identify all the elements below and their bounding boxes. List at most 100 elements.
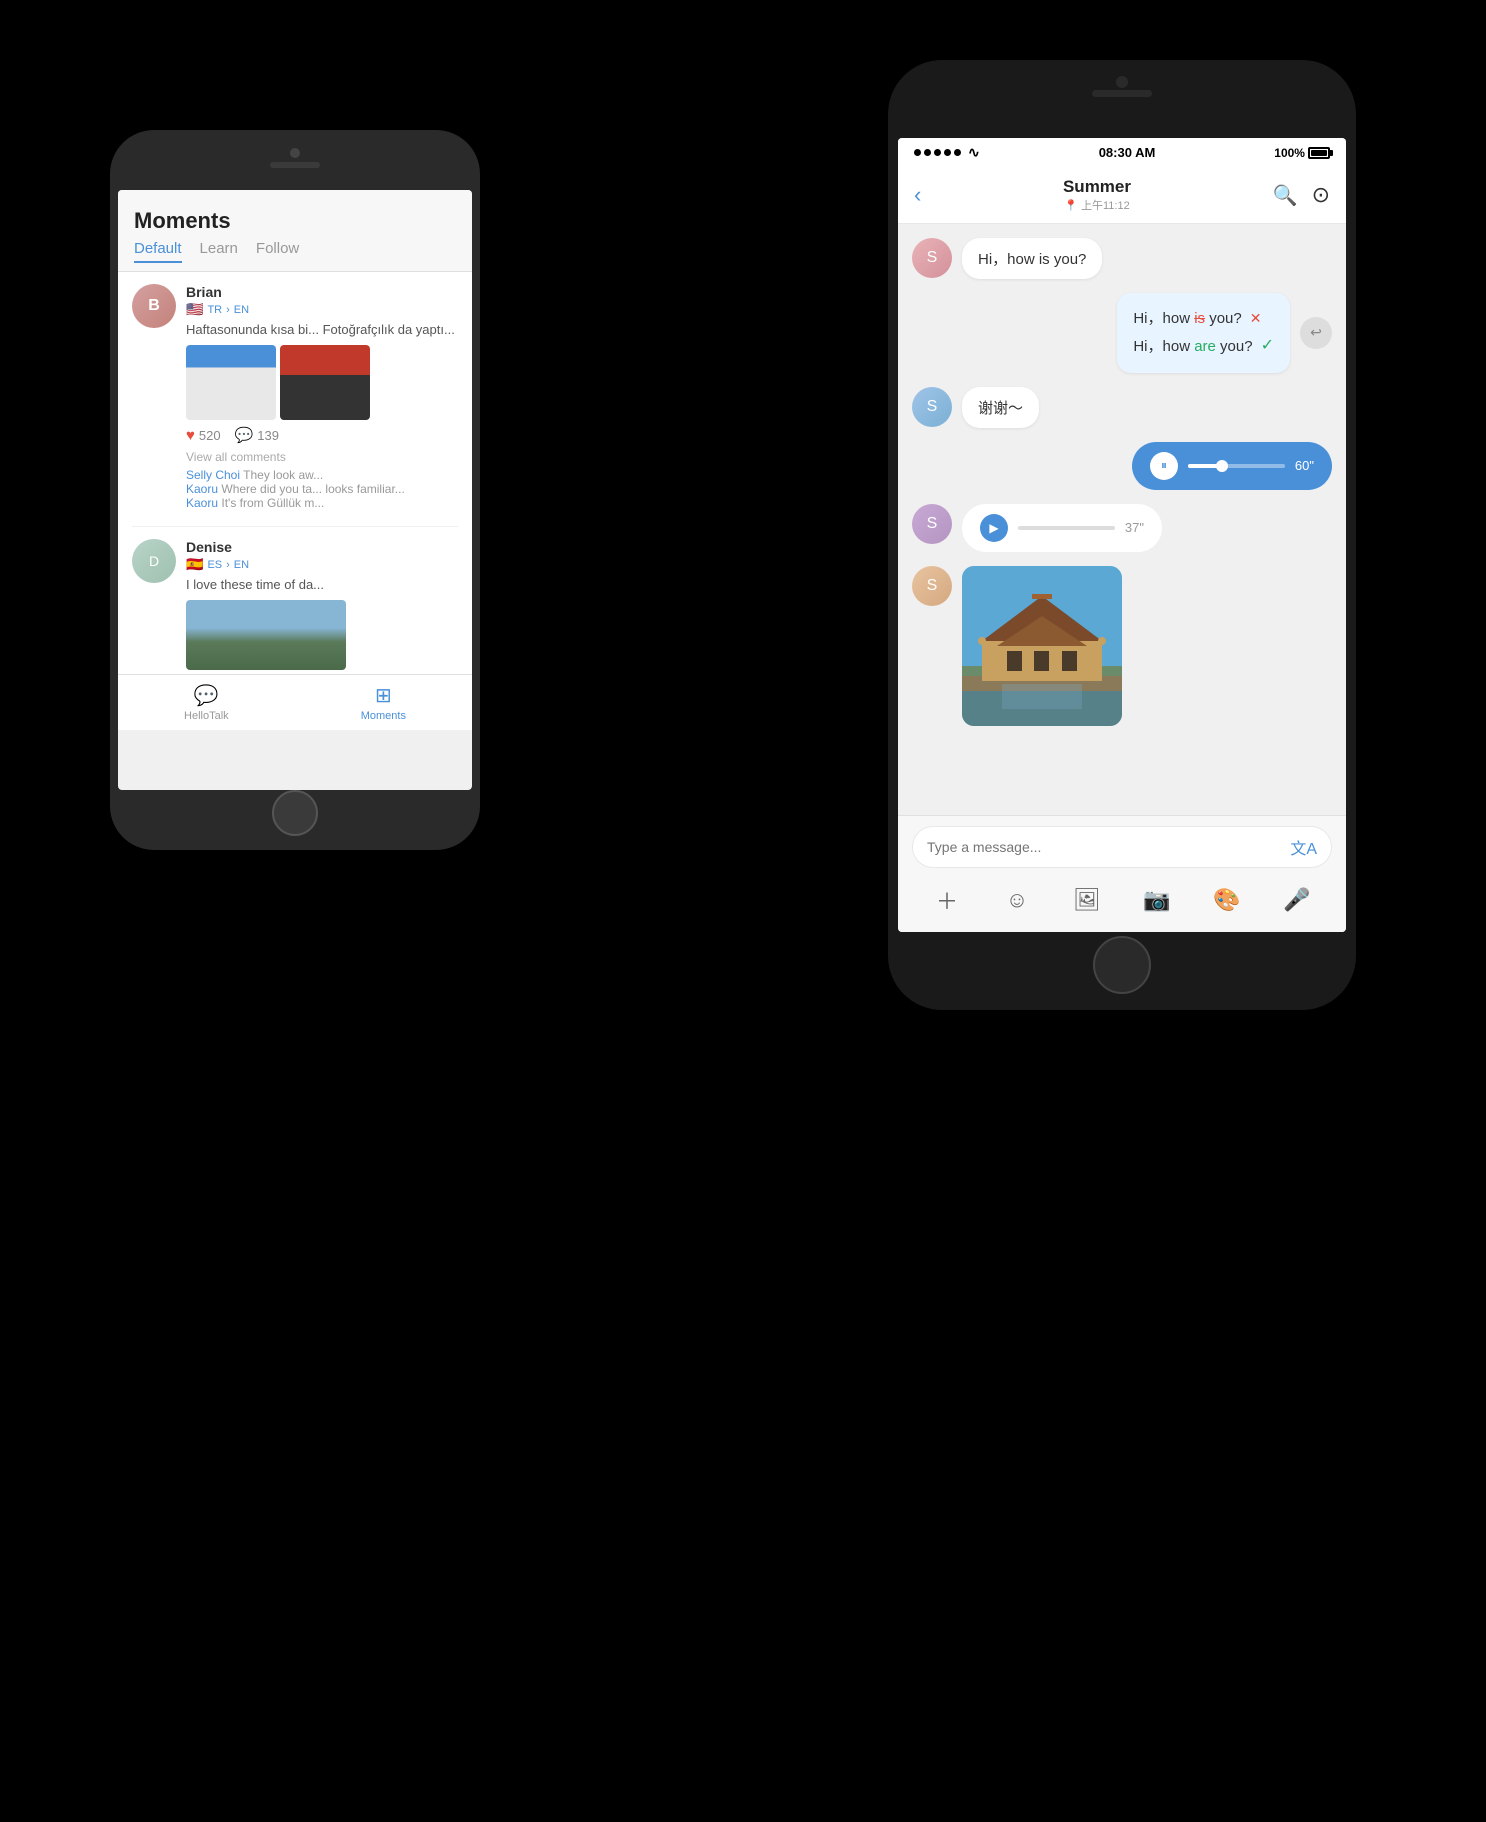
- back-home-button[interactable]: [272, 790, 318, 836]
- comment-kaoru-1: Kaoru Where did you ta... looks familiar…: [186, 482, 458, 496]
- contact-name: Summer: [931, 177, 1262, 197]
- brian-lang-arrow: ›: [226, 304, 230, 316]
- hellotalk-icon: 💬: [194, 683, 219, 708]
- kaoru-link-2[interactable]: Kaoru: [186, 496, 218, 510]
- brian-images: [186, 345, 458, 420]
- correction-bubble: Hi，how is you? ✕ Hi，how are you? ✓: [1117, 293, 1290, 373]
- mic-button[interactable]: 🎤: [1279, 882, 1315, 918]
- tab-learn[interactable]: Learn: [200, 240, 238, 263]
- denise-lang-from: ES: [207, 559, 222, 571]
- brian-comments[interactable]: 💬 139: [235, 426, 279, 444]
- status-time: 上午11:12: [1081, 197, 1130, 213]
- brian-actions: ♥ 520 💬 139: [186, 426, 458, 444]
- summer-avatar-4: S: [912, 566, 952, 606]
- correction-wrong: Hi，how is you? ✕: [1133, 305, 1274, 332]
- summer-avatar-2: S: [912, 387, 952, 427]
- denise-lang-arrow: ›: [226, 559, 230, 571]
- summer-avatar-1: S: [912, 238, 952, 278]
- palace-svg: [962, 566, 1122, 726]
- tab-follow[interactable]: Follow: [256, 240, 299, 263]
- translate-button[interactable]: 文A: [1290, 835, 1317, 859]
- comment-kaoru-2: Kaoru It's from Güllük m...: [186, 496, 458, 510]
- location-icon: 📍: [1064, 199, 1078, 212]
- brian-post-text: Haftasonunda kısa bi... Fotoğrafçılık da…: [186, 321, 458, 339]
- play-button[interactable]: ▶: [980, 514, 1008, 542]
- brian-likes[interactable]: ♥ 520: [186, 427, 221, 444]
- msg-text-1: Hi，how is you?: [978, 251, 1086, 268]
- emoji-button[interactable]: ☺: [999, 882, 1035, 918]
- brian-avatar-img: B: [132, 284, 176, 328]
- moments-title: Moments: [134, 200, 456, 240]
- audio-progress-bar: [1188, 464, 1285, 468]
- denise-name: Denise: [186, 539, 458, 555]
- battery-icon: [1308, 147, 1330, 159]
- comment-icon: 💬: [235, 426, 254, 444]
- brian-img-1: [186, 345, 276, 420]
- input-toolbar: ＋ ☺ 🖼 📷 🎨 🎤: [912, 878, 1332, 922]
- brian-avatar: B: [132, 284, 176, 328]
- record-icon[interactable]: ⊙: [1312, 182, 1330, 208]
- view-all-comments[interactable]: View all comments: [186, 450, 458, 464]
- denise-avatar-img: D: [132, 539, 176, 583]
- header-center: Summer 📍 上午11:12: [931, 177, 1262, 213]
- comment-selly: Selly Choi They look aw...: [186, 468, 458, 482]
- chat-header: ‹ Summer 📍 上午11:12 🔍 ⊙: [898, 167, 1346, 224]
- front-home-button[interactable]: [1093, 936, 1151, 994]
- nav-moments[interactable]: ⊞ Moments: [361, 683, 406, 722]
- signal-dot-5: [954, 149, 961, 156]
- brian-img-2: [280, 345, 370, 420]
- kaoru-link-1[interactable]: Kaoru: [186, 482, 218, 496]
- denise-post-text: I love these time of da...: [186, 576, 458, 594]
- summer-avatar-3: S: [912, 504, 952, 544]
- audio-playing-bubble[interactable]: ⏸ 60": [1132, 442, 1332, 490]
- wifi-icon: ∿: [968, 144, 980, 161]
- moments-icon: ⊞: [375, 683, 392, 708]
- moments-screen: Moments Default Learn Follow B Brian 🇺🇸 …: [118, 190, 472, 790]
- msg-audio-received: S ▶ 37": [912, 504, 1332, 552]
- moments-bottom-nav: 💬 HelloTalk ⊞ Moments: [118, 674, 472, 730]
- brian-lang-from: TR: [207, 304, 222, 316]
- battery-fill: [1311, 150, 1327, 156]
- message-input[interactable]: [927, 839, 1280, 855]
- denise-mountain-img: [186, 600, 346, 670]
- audio-received-bar: [1018, 526, 1115, 530]
- brian-comment-count: 139: [257, 428, 279, 443]
- chat-messages: S Hi，how is you? ↩ Hi，how is you? ✕: [898, 224, 1346, 815]
- phone-back: Moments Default Learn Follow B Brian 🇺🇸 …: [110, 130, 480, 850]
- signal-dot-3: [934, 149, 941, 156]
- tab-default[interactable]: Default: [134, 240, 182, 263]
- msg-correction: ↩ Hi，how is you? ✕ Hi，how are you? ✓: [912, 293, 1332, 373]
- correction-correct-text: Hi，how are you?: [1133, 333, 1252, 360]
- check-icon: ✓: [1261, 332, 1274, 361]
- phone-front: ∿ 08:30 AM 100% ‹ Summer 📍 上午11:12: [888, 60, 1356, 1010]
- wrong-word: is: [1194, 310, 1205, 327]
- header-actions: 🔍 ⊙: [1273, 182, 1330, 208]
- back-button[interactable]: ‹: [914, 182, 921, 208]
- search-icon[interactable]: 🔍: [1273, 183, 1298, 208]
- denise-lang-to: EN: [234, 559, 249, 571]
- audio-received-bubble[interactable]: ▶ 37": [962, 504, 1162, 552]
- post-denise: D Denise 🇪🇸 ES › EN I love these time of…: [132, 539, 458, 670]
- brian-name: Brian: [186, 284, 458, 300]
- correct-word: are: [1194, 338, 1216, 355]
- heart-icon: ♥: [186, 427, 195, 444]
- chat-screen: ∿ 08:30 AM 100% ‹ Summer 📍 上午11:12: [898, 138, 1346, 932]
- back-camera: [290, 148, 300, 158]
- photo-bubble[interactable]: [962, 566, 1122, 726]
- gallery-button[interactable]: 🖼: [1069, 882, 1105, 918]
- palette-button[interactable]: 🎨: [1209, 882, 1245, 918]
- pause-button[interactable]: ⏸: [1150, 452, 1178, 480]
- moments-header: Moments Default Learn Follow: [118, 190, 472, 272]
- denise-flag: 🇪🇸: [186, 556, 203, 573]
- msg-photo: S: [912, 566, 1332, 726]
- msg-audio-playing: ⏸ 60": [912, 442, 1332, 490]
- selly-link[interactable]: Selly Choi: [186, 468, 240, 482]
- correction-wrong-text: Hi，how is you?: [1133, 305, 1241, 332]
- reply-icon[interactable]: ↩: [1300, 317, 1332, 349]
- nav-hellotalk[interactable]: 💬 HelloTalk: [184, 683, 229, 722]
- camera-button[interactable]: 📷: [1139, 882, 1175, 918]
- front-speaker: [1092, 90, 1152, 97]
- add-button[interactable]: ＋: [929, 882, 965, 918]
- back-speaker: [270, 162, 320, 168]
- msg-1: S Hi，how is you?: [912, 238, 1332, 279]
